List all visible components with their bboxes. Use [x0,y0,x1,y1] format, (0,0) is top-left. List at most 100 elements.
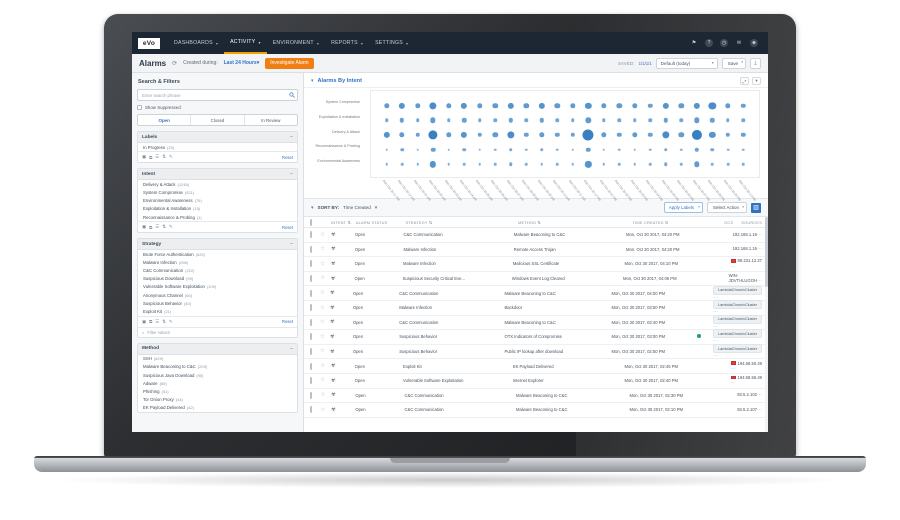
search-icon[interactable] [289,91,295,100]
chart-data-point[interactable] [430,117,436,124]
facet-item[interactable]: In Progress (23) [138,143,297,151]
chart-data-point[interactable] [399,132,405,138]
chart-data-point[interactable] [586,147,591,152]
chart-data-point[interactable] [648,132,653,138]
chart-data-point[interactable] [678,132,685,138]
notifications-icon[interactable]: ◷ [720,39,728,47]
row-menu-icon[interactable]: ⋯ [757,278,762,284]
chart-data-point[interactable] [602,148,606,151]
chart-data-point[interactable] [726,163,730,166]
chart-data-point[interactable] [679,118,684,123]
facet-panel-method-header[interactable]: Method − [138,343,297,355]
chart-data-point[interactable] [570,132,575,138]
list-icon[interactable]: ☰ [155,154,159,160]
facet-item[interactable]: SSH (629) [138,355,297,363]
chart-data-point[interactable] [383,102,390,109]
table-row[interactable]: ☆ ☣ Open C&C Communication Malware Beaconing… [304,389,768,404]
chart-data-point[interactable] [649,148,652,151]
chevron-down-icon[interactable]: ▾ [311,205,314,211]
copy-icon[interactable]: ⧉ [149,225,152,230]
chart-data-point[interactable] [429,161,437,168]
chart-data-point[interactable] [632,102,638,109]
column-strategy[interactable]: STRATEGY ⇅ [405,220,518,225]
facet-item[interactable]: Reconnaissance & Probing (1) [138,213,297,221]
row-checkbox[interactable] [310,391,312,399]
chart-data-point[interactable] [571,148,575,151]
chart-data-point[interactable] [493,163,497,166]
chart-data-point[interactable] [633,148,637,151]
facet-panel-labels-header[interactable]: Labels − [138,132,297,143]
chart-data-point[interactable] [601,132,607,138]
chart-data-point[interactable] [742,163,745,166]
star-icon[interactable]: ☆ [320,392,325,398]
source-ip[interactable]: 89.231.12.27 [730,258,762,263]
chart-data-point[interactable] [680,163,683,166]
row-menu-icon[interactable]: ⋯ [757,392,762,398]
chart-data-point[interactable] [428,130,438,140]
row-star-cell[interactable]: ☆ [320,334,330,341]
nav-reports[interactable]: REPORTS ▾ [325,32,369,54]
sort-icon[interactable]: ⇅ [162,224,166,230]
source-ip[interactable]: 93.5.2.102 [737,392,757,397]
chart-data-point[interactable] [524,163,528,166]
chart-data-point[interactable] [477,132,482,138]
star-icon[interactable]: ☆ [320,246,325,252]
chart-data-point[interactable] [694,147,700,152]
chart-data-point[interactable] [710,118,715,123]
chart-data-point[interactable] [476,102,483,109]
chevron-down-icon[interactable]: ▾ [311,78,314,84]
chart-data-point[interactable] [493,148,497,151]
row-checkbox-cell[interactable] [310,318,320,326]
chart-data-point[interactable] [585,161,592,168]
star-icon[interactable]: ☆ [320,348,325,355]
chart-data-point[interactable] [710,147,715,152]
search-input[interactable]: Enter search phrase [137,89,298,101]
row-star-cell[interactable]: ☆ [320,232,330,239]
chart-data-point[interactable] [585,117,591,124]
column-intent[interactable]: INTENT ⇅ [331,220,356,225]
chart-data-point[interactable] [616,102,623,109]
chart-data-point[interactable] [539,147,544,152]
source-ip[interactable]: 192.168.1.16 [733,246,757,251]
chart-data-point[interactable] [462,147,466,152]
chart-data-point[interactable] [416,148,419,151]
star-icon[interactable]: ☆ [320,261,325,267]
chart-data-point[interactable] [555,118,559,123]
copy-icon[interactable]: ⧉ [149,155,152,160]
nav-activity[interactable]: ACTIVITY ▾ [224,32,267,54]
chart-data-point[interactable] [445,102,452,109]
collapse-icon[interactable]: − [290,241,293,247]
chart-data-point[interactable] [523,102,529,109]
sort-by-value[interactable]: Time Created [343,205,371,210]
chart-data-point[interactable] [680,148,683,151]
list-icon[interactable]: ☰ [155,224,159,230]
facet-item[interactable]: Malware Beaconing to C&C (209) [138,363,297,371]
user-icon[interactable]: ☻ [750,39,758,47]
reset-link[interactable]: Reset [282,225,293,230]
row-checkbox[interactable] [310,406,312,414]
select-all-checkbox-cell[interactable] [310,218,321,226]
save-button[interactable]: Save [721,57,746,69]
chart-data-point[interactable] [663,118,669,123]
facet-item[interactable]: C&C Communication (222) [138,267,297,275]
facet-item[interactable]: Environmental Awareness (75) [138,197,297,205]
table-row[interactable]: ☆ ☣ Open Vulnerable Software Exploitation In… [304,374,768,389]
show-suppressed-row[interactable]: Show Suppressed [137,105,298,110]
select-all-icon[interactable]: ▣ [142,224,146,230]
facet-item[interactable]: Exploitation & Installation (15) [138,205,297,213]
chart-data-point[interactable] [554,102,560,109]
chart-data-point[interactable] [570,102,576,109]
row-menu-icon[interactable]: ⋯ [731,380,736,386]
chart-data-point[interactable] [460,131,468,139]
row-checkbox[interactable] [310,260,312,268]
row-star-cell[interactable]: ☆ [320,275,330,282]
chart-data-point[interactable] [741,132,746,138]
table-row[interactable]: ☆ ☣ Open Suspicious Behavior Public IP looku… [304,344,768,360]
chart-menu-icon[interactable]: ▾ [752,77,761,85]
nav-dashboards[interactable]: DASHBOARDS ▾ [168,32,224,54]
chart-data-point[interactable] [633,118,637,123]
facet-item[interactable]: Exploit Kit (21) [138,307,297,315]
facet-panel-strategy-header[interactable]: Strategy − [138,239,297,251]
sort-chevron-icon[interactable]: ▾ [375,205,378,211]
row-checkbox-cell[interactable] [310,231,320,239]
